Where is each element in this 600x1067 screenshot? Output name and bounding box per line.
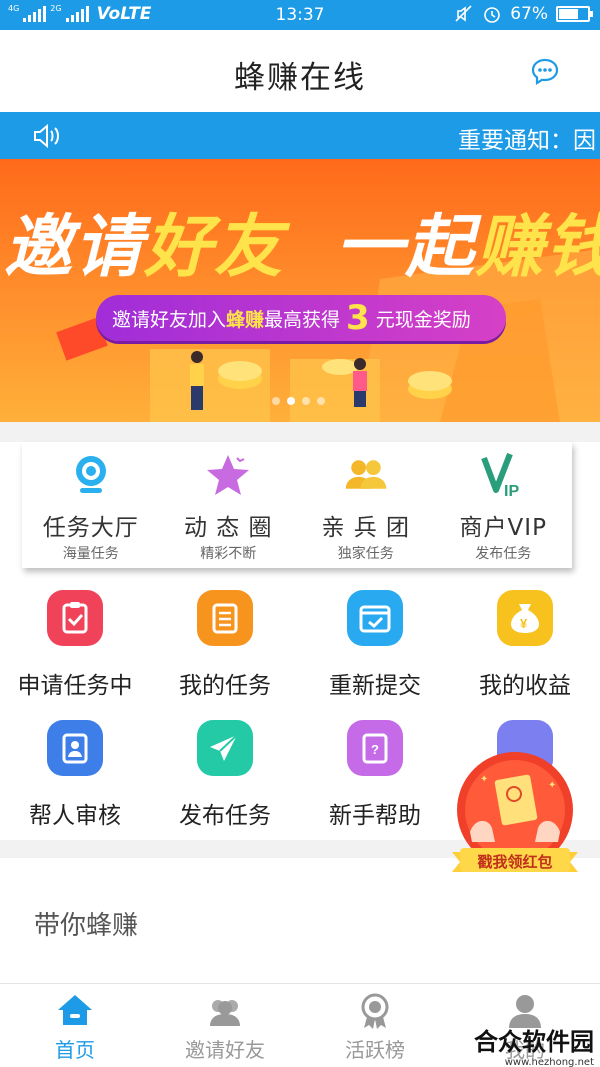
carousel-dots[interactable]	[272, 397, 325, 405]
group-icon	[345, 460, 386, 489]
feature-label: 任务大厅	[42, 515, 139, 541]
grid-item-applying[interactable]: 申请任务中	[0, 580, 150, 710]
watermark-name: 合众软件园	[474, 1028, 594, 1056]
grid-item-help[interactable]: ? 新手帮助	[300, 710, 450, 840]
carousel-dot[interactable]	[272, 397, 280, 405]
alarm-icon	[484, 7, 501, 23]
headline-friends: 好友	[144, 208, 285, 287]
notice-text: 重要通知：因	[458, 128, 596, 154]
divider	[0, 422, 600, 442]
feature-sub: 独家任务	[337, 546, 394, 562]
pill-text-1: 邀请好友加入	[112, 308, 227, 331]
feature-guards[interactable]: 亲 兵 团 独家任务	[297, 442, 435, 568]
friends-icon	[210, 1000, 240, 1026]
carousel-dot[interactable]	[287, 397, 295, 405]
svg-text:IP: IP	[504, 483, 519, 498]
battery-percent: 67%	[510, 4, 548, 24]
tab-invite[interactable]: 邀请好友	[150, 984, 300, 1067]
feature-sub: 发布任务	[475, 546, 532, 562]
watermark: 合众软件园 www.hezhong.net	[474, 1022, 594, 1067]
status-right: 67%	[454, 4, 593, 24]
svg-text:✦: ✦	[480, 774, 488, 785]
headline-invite: 邀请	[4, 208, 145, 287]
section-title: 带你蜂赚	[34, 911, 139, 941]
feature-card: 任务大厅 海量任务 动 态 圈 精彩不断 亲 兵 团 独家任务 IP 商户VIP…	[22, 442, 572, 568]
red-packet-button[interactable]: ✦ ✦ 戳我领红包	[450, 752, 580, 892]
help-icon: ?	[347, 720, 403, 776]
grid-label: 发布任务	[179, 803, 271, 829]
tab-ranking[interactable]: 活跃榜	[300, 984, 450, 1067]
mute-icon	[455, 5, 472, 22]
list-icon	[197, 590, 253, 646]
svg-text:?: ?	[371, 742, 379, 757]
grid-label: 新手帮助	[329, 803, 421, 829]
pill-text-brand: 蜂赚	[226, 308, 265, 331]
feature-task-hall[interactable]: 任务大厅 海量任务	[22, 442, 160, 568]
resubmit-icon	[347, 590, 403, 646]
svg-text:¥: ¥	[520, 616, 528, 631]
svg-text:✦: ✦	[548, 780, 556, 791]
star-icon	[207, 455, 250, 495]
paper-plane-icon	[197, 720, 253, 776]
grid-item-my-tasks[interactable]: 我的任务	[150, 580, 300, 710]
app-header: 蜂赚在线	[0, 30, 600, 112]
promo-banner[interactable]: 邀请好友 一起赚钱 邀请好友加入蜂赚最高获得3元现金奖励	[0, 159, 600, 422]
watermark-url: www.hezhong.net	[504, 1057, 594, 1067]
tab-home[interactable]: 首页	[0, 984, 150, 1067]
tab-label: 首页	[55, 1038, 95, 1062]
medal-icon	[361, 993, 389, 1029]
grid-label: 申请任务中	[17, 673, 133, 699]
feature-merchant-vip[interactable]: IP 商户VIP 发布任务	[435, 442, 573, 568]
grid-label: 重新提交	[329, 673, 421, 699]
tab-label: 活跃榜	[345, 1038, 405, 1062]
feature-sub: 海量任务	[62, 546, 119, 562]
carousel-dot[interactable]	[317, 397, 325, 405]
red-packet-label: 戳我领红包	[477, 853, 553, 871]
feature-label: 商户VIP	[459, 515, 547, 541]
headline-earn: 赚钱	[475, 208, 600, 287]
feature-sub: 精彩不断	[200, 546, 257, 562]
grid-item-review[interactable]: 帮人审核	[0, 710, 150, 840]
pill-text-3: 元现金奖励	[375, 308, 471, 331]
grid-item-earnings[interactable]: ¥ 我的收益	[450, 580, 600, 710]
banner-reward-pill: 邀请好友加入 蜂赚 最高获得 3 元现金奖励	[96, 295, 506, 341]
feature-moments[interactable]: 动 态 圈 精彩不断	[160, 442, 298, 568]
chat-bubble-icon[interactable]	[530, 56, 560, 86]
speaker-icon	[34, 123, 59, 149]
pill-amount: 3	[346, 298, 370, 338]
grid-label: 帮人审核	[29, 803, 121, 829]
carousel-dot[interactable]	[302, 397, 310, 405]
home-icon	[58, 995, 92, 1025]
feature-label: 动 态 圈	[183, 515, 273, 541]
pill-text-2: 最高获得	[264, 308, 341, 331]
banner-headline: 邀请好友 一起赚钱	[4, 191, 600, 290]
battery-icon	[556, 6, 593, 22]
page-title: 蜂赚在线	[234, 60, 366, 96]
headline-together: 一起	[335, 208, 476, 287]
money-bag-icon: ¥	[497, 590, 553, 646]
id-card-icon	[47, 720, 103, 776]
grid-label: 我的任务	[179, 673, 271, 699]
grid-item-publish[interactable]: 发布任务	[150, 710, 300, 840]
tab-label: 邀请好友	[185, 1038, 265, 1062]
grid-label: 我的收益	[479, 673, 571, 699]
notice-bar[interactable]: 重要通知：因	[0, 112, 600, 159]
grid-item-resubmit[interactable]: 重新提交	[300, 580, 450, 710]
webcam-icon	[75, 456, 106, 493]
status-bar: 4G 2G VoLTE 13:37 67%	[0, 0, 600, 30]
feature-label: 亲 兵 团	[321, 515, 411, 541]
clipboard-check-icon	[47, 590, 103, 646]
vip-icon: IP	[481, 452, 520, 498]
